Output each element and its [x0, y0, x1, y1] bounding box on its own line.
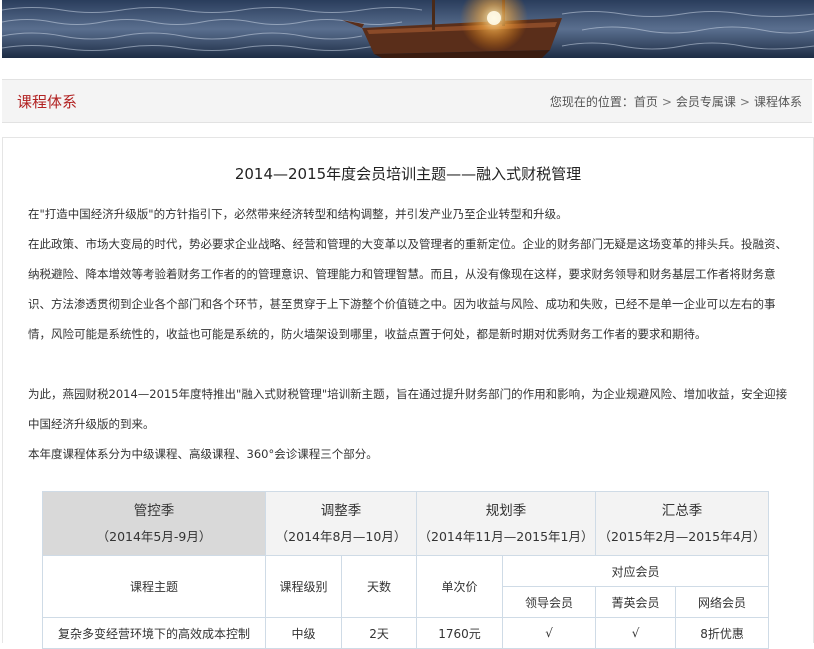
season-name: 管控季 — [133, 502, 175, 519]
season-range: （2014年5月-9月） — [96, 528, 212, 544]
course-table: 管控季 （2014年5月-9月） 调整季 （2014年8月—10月） 规划季 （… — [42, 491, 770, 649]
section-title: 课程体系 — [17, 93, 78, 111]
breadcrumb-prefix: 您现在的位置： — [549, 95, 634, 109]
cell-days: 2天 — [340, 617, 418, 649]
season-tab-huizong[interactable]: 汇总季 （2015年2月—2015年4月） — [595, 491, 770, 556]
header-elite-member: 菁英会员 — [595, 586, 677, 618]
season-range: （2014年11月—2015年1月） — [418, 528, 594, 544]
cell-elite: √ — [595, 617, 677, 649]
season-range: （2014年8月—10月） — [275, 528, 407, 544]
breadcrumb: 您现在的位置：首页 > 会员专属课 > 课程体系 — [550, 93, 802, 110]
sailing-ship-banner-icon — [2, 0, 814, 58]
season-tab-tiaozheng[interactable]: 调整季 （2014年8月—10月） — [264, 491, 418, 556]
breadcrumb-current: 课程体系 — [753, 95, 802, 109]
header-level: 课程级别 — [265, 555, 342, 618]
banner-image — [2, 0, 814, 58]
breadcrumb-member-courses-link[interactable]: 会员专属课 — [676, 95, 736, 109]
cell-level: 中级 — [265, 617, 342, 649]
season-name: 汇总季 — [661, 502, 703, 519]
header-online-member: 网络会员 — [675, 586, 770, 618]
breadcrumb-separator: > — [661, 95, 672, 109]
header-topic: 课程主题 — [42, 555, 266, 618]
season-range: （2015年2月—2015年4月） — [598, 528, 766, 544]
breadcrumb-separator: > — [739, 95, 750, 109]
season-tab-guankong[interactable]: 管控季 （2014年5月-9月） — [42, 491, 266, 556]
header-members: 对应会员 — [502, 555, 770, 587]
article-paragraph: 为此，燕园财税2014—2015年度特推出"融入式财税管理"培训新主题，旨在通过… — [28, 387, 788, 431]
header-days: 天数 — [340, 555, 418, 618]
season-name: 规划季 — [485, 502, 527, 519]
season-tabs-row: 管控季 （2014年5月-9月） 调整季 （2014年8月—10月） 规划季 （… — [42, 491, 770, 556]
cell-price: 1760元 — [416, 617, 504, 649]
header-price: 单次价 — [416, 555, 504, 618]
page-header: 课程体系 您现在的位置：首页 > 会员专属课 > 课程体系 — [2, 79, 812, 123]
table-row: 复杂多变经营环境下的高效成本控制 中级 2天 1760元 √ √ 8折优惠 — [42, 617, 770, 649]
article-paragraph: 在"打造中国经济升级版"的方针指引下，必然带来经济转型和结构调整，并引发产业乃至… — [28, 207, 568, 221]
article-paragraph: 本年度课程体系分为中级课程、高级课程、360°会诊课程三个部分。 — [28, 447, 378, 461]
table-header-row: 课程主题 课程级别 天数 单次价 对应会员 — [42, 555, 770, 618]
cell-topic[interactable]: 复杂多变经营环境下的高效成本控制 — [42, 617, 266, 649]
article-paragraph: 在此政策、市场大变局的时代，势必要求企业战略、经营和管理的大变革以及管理者的重新… — [28, 237, 787, 341]
header-leader-member: 领导会员 — [502, 586, 597, 618]
season-name: 调整季 — [320, 502, 362, 519]
article-content: 2014—2015年度会员培训主题——融入式财税管理 在"打造中国经济升级版"的… — [2, 137, 814, 649]
season-tab-guihua[interactable]: 规划季 （2014年11月—2015年1月） — [416, 491, 597, 556]
breadcrumb-home-link[interactable]: 首页 — [634, 95, 658, 109]
article-title: 2014—2015年度会员培训主题——融入式财税管理 — [234, 165, 582, 183]
cell-leader: √ — [502, 617, 597, 649]
cell-online: 8折优惠 — [675, 617, 770, 649]
